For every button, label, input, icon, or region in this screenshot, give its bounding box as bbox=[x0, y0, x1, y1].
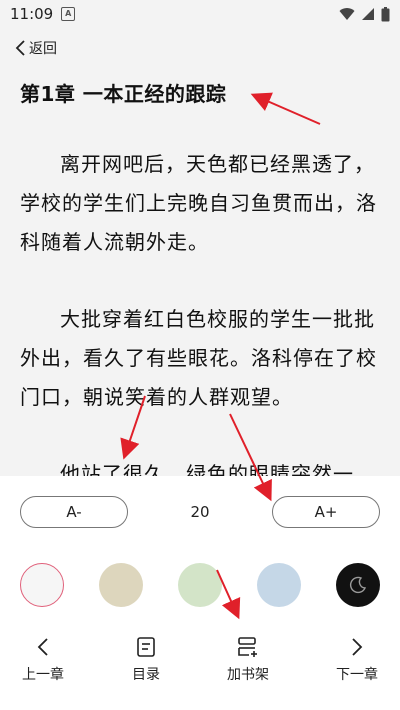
status-left: 11:09 A bbox=[10, 5, 76, 23]
chapter-title: 第1章 一本正经的跟踪 bbox=[20, 82, 227, 106]
add-to-bookshelf-button[interactable]: 加书架 bbox=[208, 636, 288, 684]
font-size-value: 20 bbox=[190, 503, 210, 521]
top-bar: 返回 bbox=[0, 30, 400, 66]
battery-icon bbox=[381, 6, 390, 21]
status-bar: 11:09 A bbox=[0, 0, 400, 28]
prev-chapter-button[interactable]: 上一章 bbox=[3, 636, 83, 684]
status-right bbox=[339, 6, 390, 22]
bookshelf-add-icon bbox=[238, 637, 257, 657]
notification-icon: A bbox=[61, 7, 76, 21]
paragraph: 他站了很久，绿色的眼睛突然一 bbox=[60, 462, 354, 476]
table-of-contents-button[interactable]: 目录 bbox=[106, 636, 186, 684]
back-button[interactable]: 返回 bbox=[14, 38, 57, 58]
font-size-row: A- 20 A+ bbox=[0, 496, 400, 532]
font-decrease-button[interactable]: A- bbox=[20, 496, 128, 528]
back-label: 返回 bbox=[29, 41, 57, 57]
cell-signal-icon bbox=[362, 8, 374, 20]
prev-chapter-label: 上一章 bbox=[22, 667, 64, 683]
theme-swatch-night[interactable] bbox=[336, 563, 380, 607]
theme-swatch-white[interactable] bbox=[20, 563, 64, 607]
theme-swatch-blue[interactable] bbox=[257, 563, 301, 607]
bottom-nav: 上一章 目录 加书架 下一章 bbox=[0, 636, 400, 696]
theme-row bbox=[0, 563, 400, 609]
chevron-right-icon bbox=[352, 638, 363, 656]
bookshelf-label: 加书架 bbox=[227, 667, 269, 683]
theme-swatch-green[interactable] bbox=[178, 563, 222, 607]
paragraph: 大批穿着红白色校服的学生一批批外出，看久了有些眼花。洛科停在了校门口，朝说笑着的… bbox=[20, 307, 377, 409]
toc-label: 目录 bbox=[132, 667, 160, 683]
reader-content[interactable]: 第1章 一本正经的跟踪 离开网吧后，天色都已经黑透了，学校的学生们上完晚自习鱼贯… bbox=[0, 66, 400, 476]
next-chapter-button[interactable]: 下一章 bbox=[317, 636, 397, 684]
status-time: 11:09 bbox=[10, 5, 54, 23]
wifi-icon bbox=[339, 8, 355, 20]
next-chapter-label: 下一章 bbox=[336, 667, 378, 683]
font-increase-button[interactable]: A+ bbox=[272, 496, 380, 528]
chevron-left-icon bbox=[37, 638, 48, 656]
settings-panel: A- 20 A+ 上一章 目录 加书架 下一章 bbox=[0, 476, 400, 710]
chevron-left-icon bbox=[15, 40, 25, 56]
list-icon bbox=[137, 637, 155, 657]
moon-icon bbox=[349, 576, 367, 594]
paragraph: 离开网吧后，天色都已经黑透了，学校的学生们上完晚自习鱼贯而出，洛科随着人流朝外走… bbox=[20, 152, 377, 254]
theme-swatch-beige[interactable] bbox=[99, 563, 143, 607]
